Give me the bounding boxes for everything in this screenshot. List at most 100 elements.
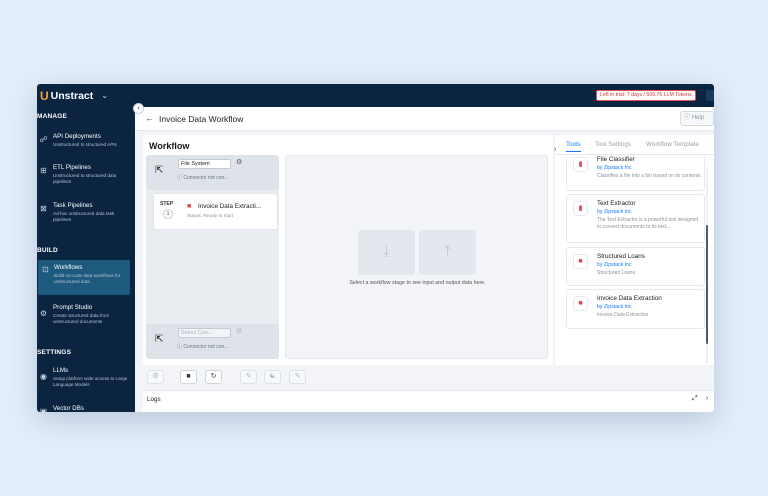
download-icon: ⤓ xyxy=(382,243,391,260)
workflow-toolbar: ⚙ ■ ↻ ✎ ☯ ✎ xyxy=(143,368,714,388)
sidebar-item-description: Unstructured to structured data pipeline… xyxy=(53,173,117,185)
workflow-title: Workflow xyxy=(149,141,190,151)
logs-bar[interactable]: Logs ⤢ › xyxy=(143,390,714,412)
tool-title: Structured Loans xyxy=(597,253,645,260)
link-button[interactable]: ✎ xyxy=(289,370,306,384)
tool-description: The Text Extractor is a powerful tool de… xyxy=(597,217,699,230)
robot-icon: ■ xyxy=(187,203,192,210)
deploy-button[interactable]: ☯ xyxy=(264,370,281,384)
help-icon: ⓘ xyxy=(684,115,691,121)
chevron-down-icon[interactable]: ⌄ xyxy=(101,91,108,100)
refresh-icon: ↻ xyxy=(210,373,217,380)
chevron-right-icon[interactable]: › xyxy=(706,395,708,402)
input-stage-box[interactable]: ⤓ xyxy=(358,230,415,275)
sidebar-item-label: ETL Pipelines xyxy=(53,164,91,171)
tool-description: Structured Loans xyxy=(597,270,636,276)
llm-icon: ◉ xyxy=(40,372,47,381)
tools-scrollbar-thumb[interactable] xyxy=(706,225,708,344)
input-arrow-icon: ⇱ xyxy=(155,165,164,176)
sidebar-item-label: Vector DBs xyxy=(53,405,84,412)
workflow-icon: ⊡ xyxy=(42,265,49,274)
app-window: U Unstract ⌄ Left in trial: 7 days / 506… xyxy=(37,84,714,412)
output-arrow-icon: ⇱ xyxy=(155,334,164,345)
tab-workflow-template[interactable]: Workflow Template xyxy=(646,141,699,148)
sidebar-item-description: Build no-code data workflows for unstruc… xyxy=(54,273,121,285)
prompt-icon: ⚙ xyxy=(39,309,48,318)
network-icon: ☯ xyxy=(269,373,276,380)
edit-button[interactable]: ✎ xyxy=(240,370,257,384)
sidebar-item-llms[interactable]: ◉ LLMs Setup platform wide access to Lar… xyxy=(37,367,129,403)
tool-title: Text Extractor xyxy=(597,200,636,207)
destination-connector-select[interactable]: Select Con... xyxy=(178,328,231,338)
robot-icon: ■ xyxy=(573,296,588,311)
tool-card-file-classifier[interactable]: ▮ File Classifier by Zipstack Inc Classi… xyxy=(566,156,705,191)
sidebar-item-vector-dbs[interactable]: ▣ Vector DBs xyxy=(37,405,129,412)
help-button[interactable]: ⓘ Help xyxy=(680,111,714,126)
tool-author: by Zipstack Inc xyxy=(597,304,632,310)
tool-card-invoice-data-extraction[interactable]: ■ Invoice Data Extraction by Zipstack In… xyxy=(566,289,705,329)
stage-instruction: Select a workflow stage to see input and… xyxy=(349,280,486,286)
sidebar-item-label: Workflows xyxy=(54,264,83,271)
tool-description: Invoice Data Extraction xyxy=(597,312,649,318)
tool-title: Invoice Data Extraction xyxy=(597,295,662,302)
chevron-right-icon[interactable]: › xyxy=(554,146,556,153)
sidebar-item-description: Setup platform wide access to Large Lang… xyxy=(53,376,128,388)
folder-icon: ▮ xyxy=(573,157,588,172)
sidebar: MANAGE ☍ API Deployments Unstructured to… xyxy=(37,107,135,412)
pencil-icon: ✎ xyxy=(245,373,252,380)
sidebar-heading-manage: MANAGE xyxy=(37,113,68,120)
sidebar-item-label: Prompt Studio xyxy=(53,304,93,311)
pipeline-icon: ⊞ xyxy=(40,166,47,175)
run-workflow-button[interactable]: ■ xyxy=(180,370,197,384)
step-title: Invoice Data Extracti... xyxy=(198,203,261,210)
source-connector-select[interactable]: File System xyxy=(178,159,231,169)
destination-connector-status: ⓘ Connector not con... xyxy=(177,344,229,350)
sidebar-collapse-button[interactable]: ‹ xyxy=(133,103,144,114)
tool-card-text-extractor[interactable]: ▮ Text Extractor by Zipstack Inc The Tex… xyxy=(566,194,705,243)
tool-author: by Zipstack Inc xyxy=(597,209,632,215)
user-menu-button[interactable] xyxy=(706,90,714,101)
tab-tools[interactable]: Tools xyxy=(566,141,581,152)
tools-tabs: Tools Tool Settings Workflow Template xyxy=(555,135,714,155)
expand-icon[interactable]: ⤢ xyxy=(692,395,698,403)
app-logo[interactable]: U Unstract xyxy=(40,89,93,103)
output-stage-box[interactable]: ⤒ xyxy=(419,230,476,275)
sidebar-heading-settings: SETTINGS xyxy=(37,349,72,356)
robot-icon: ■ xyxy=(573,254,588,269)
vector-icon: ▣ xyxy=(39,407,48,412)
clear-cache-button[interactable]: ↻ xyxy=(205,370,222,384)
sidebar-heading-build: BUILD xyxy=(37,247,58,254)
tool-card-structured-loans[interactable]: ■ Structured Loans by Zipstack Inc Struc… xyxy=(566,247,705,286)
sidebar-item-prompt-studio[interactable]: ⚙ Prompt Studio Create structured data f… xyxy=(37,304,129,340)
settings-icon: ⚙ xyxy=(152,373,159,380)
link-icon: ✎ xyxy=(294,373,301,380)
sidebar-item-label: LLMs xyxy=(53,367,69,374)
gear-icon[interactable]: ⚙ xyxy=(236,327,242,335)
sidebar-item-etl-pipelines[interactable]: ⊞ ETL Pipelines Unstructured to structur… xyxy=(37,164,129,200)
step-status: Status: Ready to start xyxy=(187,214,234,219)
tab-tool-settings[interactable]: Tool Settings xyxy=(595,141,631,148)
source-connector-status: ⓘ Connector not con... xyxy=(177,175,229,181)
trial-badge[interactable]: Left in trial: 7 days / 506.76 LLM Token… xyxy=(596,90,696,101)
folder-icon: ▮ xyxy=(573,201,588,216)
app-name: Unstract xyxy=(50,89,94,102)
step-number: 1 xyxy=(163,209,173,219)
help-label: Help xyxy=(691,115,705,121)
tool-author: by Zipstack Inc xyxy=(597,262,632,268)
sidebar-item-description: Ad-hoc unstructured data task pipelines xyxy=(53,211,115,223)
destination-connector-status-text: Connector not con... xyxy=(183,344,229,350)
tool-author: by Zipstack Inc xyxy=(597,165,632,171)
sidebar-item-label: Task Pipelines xyxy=(53,202,93,209)
sidebar-item-task-pipelines[interactable]: ⊠ Task Pipelines Ad-hoc unstructured dat… xyxy=(37,202,129,238)
tool-list: ▮ File Classifier by Zipstack Inc Classi… xyxy=(566,156,707,365)
workflow-panel: Workflow ⇱ File System ⚙ ⓘ Connector not… xyxy=(143,135,553,365)
sidebar-item-workflows[interactable]: ⊡ Workflows Build no-code data workflows… xyxy=(38,260,130,295)
robot-icon: ■ xyxy=(186,373,191,380)
back-arrow-icon[interactable]: ← xyxy=(145,113,154,123)
stage-viewer: ⤓ ⤒ Select a workflow stage to see input… xyxy=(285,155,548,359)
sidebar-item-description: Unstructured to structured APIs xyxy=(53,142,117,147)
gear-icon[interactable]: ⚙ xyxy=(236,158,242,166)
workflow-step-card[interactable]: STEP 1 ■ Invoice Data Extracti... Status… xyxy=(153,193,278,230)
settings-button[interactable]: ⚙ xyxy=(147,370,164,384)
step-label: STEP xyxy=(160,201,174,207)
